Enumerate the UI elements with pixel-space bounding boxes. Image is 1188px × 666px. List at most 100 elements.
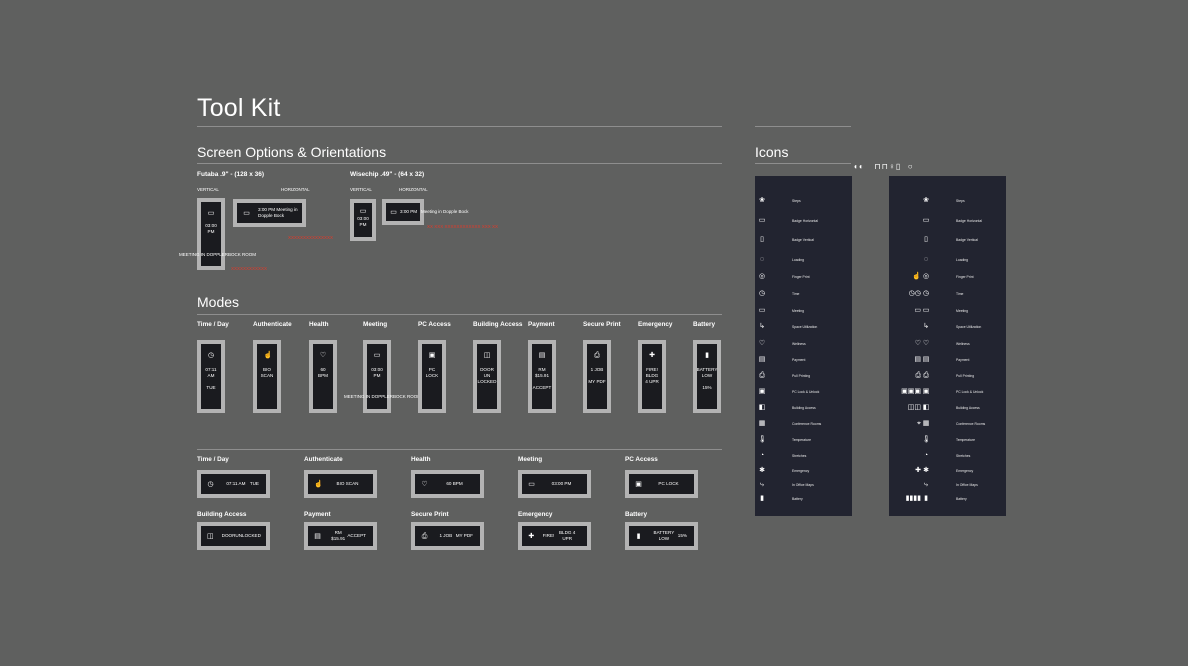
mode-tile-horizontal-health: ♡ 60 BPM bbox=[411, 470, 484, 498]
futaba-note-horizontal: XXXXXXXXXXXXXXX bbox=[288, 235, 334, 240]
clock-icon: ◷ bbox=[207, 352, 215, 359]
mode-text-primary: 07:11 AM bbox=[226, 481, 246, 486]
icon-name: Pull Printing bbox=[792, 373, 811, 378]
icon-row: ▭ Badge Horizontal bbox=[922, 216, 992, 225]
icon-name: In Office Maps bbox=[956, 482, 978, 487]
calendar-icon: ▭ bbox=[922, 306, 930, 314]
mode-tile-payment: ▤ RM $15.91 ACCEPT bbox=[528, 340, 556, 413]
printer-icon: ⎙ bbox=[421, 532, 428, 540]
mode-tile-horizontal-emergency: ✚ FIRE! BLDG 4 UPR bbox=[518, 522, 591, 550]
mode-tile-building-access: ◫ DOOR UN LOCKED bbox=[473, 340, 501, 413]
icon-row: ▣ PC Lock & Unlock bbox=[922, 387, 992, 396]
icon-row: ✱ Emergency bbox=[758, 466, 828, 475]
mode-tile-horizontal-pc-access: ▣ PC LOCK bbox=[625, 470, 698, 498]
icon-row: ⤷ In Office Maps bbox=[922, 480, 992, 489]
mode-label: Payment bbox=[528, 321, 555, 328]
mode-text-secondary: 15% bbox=[677, 533, 687, 538]
icon-name: Battery bbox=[956, 496, 967, 501]
finger-touch-icon: ☝ bbox=[314, 480, 323, 488]
mode-text-line: SCAN bbox=[260, 373, 274, 378]
futaba-overflow-text: MEETING IN DOPPLERBOCK ROOM bbox=[179, 252, 257, 257]
map-route-icon: ⤷ bbox=[760, 480, 764, 488]
badge-vertical-icon: ▯ bbox=[924, 235, 928, 243]
calendar-icon: ▭ bbox=[528, 480, 535, 488]
icon-row: ▮ Battery bbox=[758, 494, 828, 503]
icon-row: ◷ Time bbox=[758, 289, 828, 298]
calendar-icon: ▭ bbox=[359, 208, 367, 215]
icon-row: ❀ Steps bbox=[758, 196, 828, 205]
wisechip-horizontal-label: HORIZONTAL bbox=[399, 187, 428, 192]
icon-name: Wellness bbox=[792, 341, 806, 346]
mode-text-primary: BIO SCAN bbox=[336, 481, 359, 486]
icon-row: ▭ Meeting bbox=[922, 306, 992, 315]
wisechip-horizontal-frame: ▭ 3:00 PM bbox=[382, 199, 424, 225]
footprints-icon: ❀ bbox=[759, 196, 765, 204]
mode-label: Secure Print bbox=[583, 321, 621, 328]
icon-row: ◎ Finger Print bbox=[922, 272, 992, 281]
heart-pulse-icon: ♡ bbox=[421, 480, 428, 488]
mode-text-line: BPM bbox=[318, 373, 328, 378]
mode-screen: ▤ RM $15.91 ACCEPT bbox=[532, 344, 552, 409]
icon-name: PC Lock & Unlock bbox=[956, 389, 984, 394]
mode-label: Payment bbox=[304, 511, 331, 518]
laptop-icon-variants: ▣▣▣ bbox=[901, 388, 921, 395]
clock-icon: ◷ bbox=[922, 289, 930, 297]
mode-label: Meeting bbox=[518, 456, 543, 463]
wisechip-vertical-label: VERTICAL bbox=[350, 187, 372, 192]
clock-icon: ◷ bbox=[207, 480, 214, 488]
screen-options-divider bbox=[197, 163, 722, 164]
laptop-icon: ▣ bbox=[635, 480, 642, 488]
icon-name: Emergency bbox=[792, 468, 810, 473]
icon-row: ◔ Stretches bbox=[758, 451, 828, 460]
icon-name: Badge Horizontal bbox=[792, 218, 819, 223]
icon-row: ▦ Conference Rooms bbox=[922, 419, 992, 428]
card-icon: ▤ bbox=[758, 355, 766, 363]
icon-name: Pull Printing bbox=[956, 373, 975, 378]
wisechip-overflow-text: Meeting in Dopple Bock bbox=[421, 209, 469, 214]
icon-name: Stretches bbox=[956, 453, 971, 458]
icon-name: Finger Print bbox=[792, 274, 810, 279]
clock-icon: ◷ bbox=[758, 289, 766, 297]
badge-vertical-icon: ▯ bbox=[760, 235, 764, 243]
heart-pulse-icon: ♡ bbox=[319, 352, 327, 359]
icon-row: ◌ Loading bbox=[758, 255, 828, 264]
icon-name: Building Access bbox=[792, 405, 816, 410]
icon-name: Loading bbox=[956, 257, 969, 262]
futaba-horizontal-label: HORIZONTAL bbox=[281, 187, 310, 192]
futaba-vertical-text: 03:00 PM bbox=[205, 223, 217, 234]
door-icon: ◫ bbox=[483, 352, 491, 359]
door-icon: ◧ bbox=[758, 403, 766, 411]
mode-text-line: MY PDF bbox=[588, 379, 606, 384]
wisechip-horizontal-screen: ▭ 3:00 PM bbox=[386, 203, 420, 221]
wisechip-horizontal-text: 3:00 PM bbox=[400, 209, 418, 214]
loading-icon: ◌ bbox=[759, 255, 765, 263]
icon-name: Badge Vertical bbox=[956, 237, 978, 242]
battery-icon: ▮ bbox=[760, 494, 764, 502]
mode-text-line: $15.91 bbox=[534, 373, 550, 378]
futaba-title: Futaba .9" - (128 x 36) bbox=[197, 171, 265, 178]
card-icon: ▤ bbox=[538, 352, 546, 359]
icon-name: Conference Rooms bbox=[792, 421, 822, 426]
icon-name: Space Utilization bbox=[956, 324, 982, 329]
icon-name: Steps bbox=[792, 198, 801, 203]
title-divider bbox=[197, 126, 722, 127]
icon-row: ▭ Meeting bbox=[758, 306, 828, 315]
icon-row: ◌ Loading bbox=[922, 255, 992, 264]
modes-horizontal-divider bbox=[197, 449, 722, 450]
battery-icon-variants: ▮▮▮▮ bbox=[905, 495, 921, 502]
mode-tile-meeting: ▭ 03:00 PM bbox=[363, 340, 391, 413]
mode-tile-horizontal-meeting: ▭ 03:00 PM bbox=[518, 470, 591, 498]
phone-icon: ▯ bbox=[895, 162, 902, 171]
mode-screen: ⎙ 1 JOB MY PDF bbox=[415, 526, 480, 546]
icon-name: Steps bbox=[956, 198, 965, 203]
icon-row: ◎ Finger Print bbox=[758, 272, 828, 281]
icon-name: Conference Rooms bbox=[956, 421, 986, 426]
icon-name: Payment bbox=[956, 357, 970, 362]
heart-pulse-icon-variants: ♡ bbox=[914, 340, 921, 347]
first-aid-icon: ✚ bbox=[649, 352, 655, 359]
mode-screen: ✚ FIRE! BLDG 4 UPR bbox=[522, 526, 587, 546]
icon-row: ▭ Badge Horizontal bbox=[758, 216, 828, 225]
mode-text-line: PM bbox=[373, 373, 381, 378]
icon-strip: ◖◐ ⊓⊓♀▯ ○ bbox=[853, 162, 914, 171]
badge-horizontal-icon: ▭ bbox=[758, 216, 766, 224]
